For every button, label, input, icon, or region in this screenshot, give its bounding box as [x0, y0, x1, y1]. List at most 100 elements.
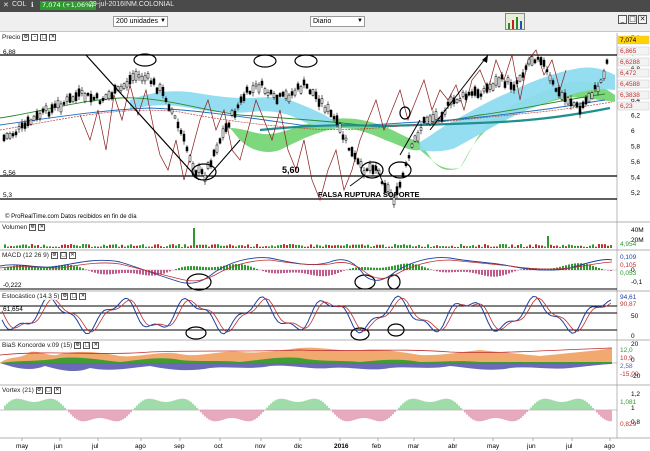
volume-bar	[484, 244, 486, 248]
candle-body	[419, 127, 423, 131]
vortex-bar	[494, 410, 496, 419]
vortex-bar	[70, 410, 72, 415]
wrench-icon[interactable]: ⚙	[74, 342, 82, 349]
vortex-bar	[128, 410, 130, 415]
candle-body	[104, 94, 108, 100]
wrench-icon[interactable]: ⚙	[50, 252, 58, 259]
vortex-bar	[158, 400, 160, 410]
volume-bar	[112, 244, 114, 248]
candle-body	[101, 97, 105, 102]
vortex-bar	[6, 403, 8, 410]
volume-bar	[541, 245, 543, 248]
vortex-bar	[400, 405, 402, 410]
candle-body	[482, 88, 486, 92]
candle-body	[470, 91, 474, 96]
macd-bar	[376, 267, 378, 270]
vortex-bar	[74, 410, 76, 419]
vortex-bar	[268, 405, 270, 410]
macd-bar	[82, 268, 84, 270]
candle-body	[458, 98, 462, 101]
volume-bar	[517, 245, 519, 248]
macd-bar	[460, 270, 462, 272]
vortex-bar	[442, 399, 444, 410]
wrench-icon[interactable]: ⚙	[61, 293, 69, 300]
candle-body	[143, 75, 147, 82]
time-axis-label: may	[487, 443, 500, 450]
candle-body	[314, 91, 318, 100]
volume-bar	[364, 245, 366, 248]
vortex-bar	[356, 410, 358, 420]
vortex-bar	[364, 410, 366, 419]
panel-maximize-button[interactable]: □	[44, 387, 52, 394]
macd-bar	[244, 264, 246, 270]
bias-axis-tick: 0	[631, 357, 635, 364]
macd-panel-label: MACD (12 26 9)	[2, 252, 49, 259]
volume-bar	[64, 244, 66, 248]
panel-close-button[interactable]: ✕	[38, 224, 46, 231]
macd-bar	[436, 270, 438, 272]
vortex-bar	[242, 410, 244, 421]
bias-axis-tick: -20	[631, 373, 641, 380]
candle-body	[242, 93, 246, 101]
panel-close-button[interactable]: ✕	[68, 252, 76, 259]
vortex-bar	[112, 410, 114, 421]
volume-bar	[184, 244, 186, 248]
vortex-bar	[34, 401, 36, 410]
vortex-bar	[250, 410, 252, 422]
panel-maximize-button[interactable]: □	[70, 293, 78, 300]
wrench-icon[interactable]: ⚙	[29, 224, 37, 231]
panel-close-button[interactable]: ✕	[53, 387, 61, 394]
macd-bar	[418, 265, 420, 270]
macd-bar	[589, 264, 591, 270]
candle-body	[581, 101, 585, 108]
macd-bar	[382, 267, 384, 270]
volume-bar	[283, 244, 285, 248]
candle-body	[284, 90, 288, 99]
candle-body	[83, 93, 87, 102]
candle-body	[290, 91, 294, 96]
panel-minimize-button[interactable]: –	[31, 34, 39, 41]
vortex-bar	[172, 400, 174, 410]
vortex-bar	[254, 410, 256, 420]
wrench-icon[interactable]: ⚙	[35, 387, 43, 394]
panel-close-button[interactable]: ✕	[49, 34, 57, 41]
level-53-label: 5,3	[3, 192, 12, 199]
vortex-bar	[154, 399, 156, 410]
volume-bar	[346, 244, 348, 248]
volume-bar	[367, 244, 369, 248]
volume-bar	[196, 245, 198, 248]
vortex-bar	[574, 399, 576, 410]
vortex-bar	[524, 410, 526, 415]
volume-bar	[442, 246, 444, 248]
volume-bar	[268, 246, 270, 248]
stoch-axis-tick: 50	[631, 313, 639, 320]
volume-bar	[607, 245, 609, 248]
macd-bar	[313, 270, 315, 276]
macd-bar	[199, 266, 201, 270]
macd-bar	[205, 267, 207, 270]
volume-bar	[301, 245, 303, 248]
macd-bar	[97, 270, 99, 274]
candle-body	[575, 102, 579, 108]
price-badge: 7,074	[620, 37, 637, 44]
wrench-icon[interactable]: ⚙	[22, 34, 30, 41]
vortex-bar	[192, 403, 194, 410]
vortex-bar	[26, 400, 28, 410]
panel-maximize-button[interactable]: □	[83, 342, 91, 349]
candle-body	[356, 158, 360, 165]
volume-bar	[259, 246, 261, 248]
volume-bar	[319, 245, 321, 248]
support-label: 5,60	[282, 165, 300, 175]
panel-close-button[interactable]: ✕	[92, 342, 100, 349]
candle-body	[578, 105, 582, 115]
volume-bar	[586, 246, 588, 248]
macd-bar	[118, 270, 120, 274]
panel-close-button[interactable]: ✕	[79, 293, 87, 300]
price-badge: 6,3838	[620, 92, 640, 99]
macd-bar	[286, 270, 288, 273]
panel-maximize-button[interactable]: □	[59, 252, 67, 259]
vortex-bar	[212, 410, 214, 422]
vortex-bar	[600, 410, 602, 417]
volume-bar	[505, 244, 507, 248]
panel-maximize-button[interactable]: □	[40, 34, 48, 41]
